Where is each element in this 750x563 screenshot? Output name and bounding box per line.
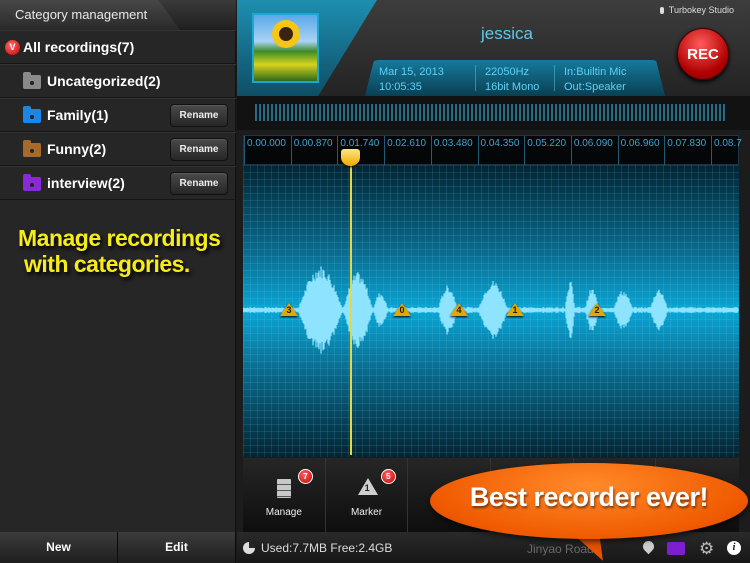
category-label: All recordings(7) [23, 39, 135, 55]
category-label: Family(1) [47, 107, 109, 123]
status-bar: Used:7.7MB Free:2.4GB Jinyao Road ⚙ i [237, 532, 750, 563]
bit-depth: 16bit Mono [485, 81, 540, 93]
timeline-tick: 0.08.7 [711, 136, 750, 166]
marker-label: Marker [350, 507, 383, 518]
folder-icon [23, 106, 41, 123]
microphone-icon [659, 7, 664, 14]
studio-label: Turbokey Studio [659, 5, 734, 15]
rename-button[interactable]: Rename [170, 138, 228, 161]
info-divider [475, 65, 476, 91]
category-actions: New Edit [0, 532, 236, 563]
timeline-tick: 0.06.090 [570, 136, 618, 166]
promo-caption: Manage recordings with categories. [18, 225, 221, 277]
rename-button[interactable]: Rename [170, 104, 228, 127]
gear-icon[interactable]: ⚙ [699, 539, 714, 559]
marker-flag[interactable]: 3 [280, 303, 298, 316]
audio-format: 22050Hz 16bit Mono [485, 65, 539, 95]
category-title: Category management [15, 7, 148, 22]
timeline-tick: 0.02.610 [384, 136, 431, 166]
recording-date: Mar 15, 2013 [379, 66, 444, 78]
timeline-ruler[interactable]: 0.00.000 0.00.870 0.01.740 0.02.610 0.03.480… [243, 135, 742, 166]
sunflower-center [279, 27, 293, 41]
marker-number: 1 [512, 305, 518, 315]
folder-icon [23, 140, 41, 157]
level-meter [237, 96, 750, 130]
timeline-tick: 0.00.000 [244, 136, 291, 166]
timeline-tick: 0.03.480 [430, 136, 478, 166]
marker-flag[interactable]: 4 [450, 303, 468, 316]
category-interview[interactable]: interview(2) Rename [0, 166, 236, 200]
marker-number: 4 [456, 305, 462, 315]
manage-label: Manage [265, 507, 302, 518]
marker-number: 0 [399, 305, 405, 315]
playhead-line[interactable] [350, 152, 352, 455]
audio-routing: In:Builtin Mic Out:Speaker [564, 65, 626, 95]
promo-bubble-text: Best recorder ever! [469, 482, 709, 512]
audio-output: Out:Speaker [564, 81, 626, 93]
timeline-tick: 0.04.350 [477, 136, 525, 166]
level-meter-bars [255, 104, 725, 121]
folder-icon[interactable] [667, 542, 685, 555]
category-panel: Category management V All recordings(7) … [0, 0, 236, 563]
marker-icon: 1 [357, 478, 378, 495]
category-label: Funny(2) [47, 141, 107, 157]
category-all-recordings[interactable]: V All recordings(7) [0, 30, 236, 64]
studio-name: Turbokey Studio [668, 5, 734, 15]
category-family[interactable]: Family(1) Rename [0, 98, 236, 132]
recording-datetime: Mar 15, 2013 10:05:35 [379, 65, 444, 95]
marker-flag[interactable]: 0 [393, 303, 411, 316]
promo-line-1: Manage recordings [18, 225, 221, 251]
playhead-handle[interactable] [341, 149, 360, 166]
marker-count-badge: 5 [380, 469, 396, 484]
edit-categories-button[interactable]: Edit [118, 532, 236, 563]
timeline-tick: 0.07.830 [664, 136, 711, 166]
category-label: Uncategorized(2) [47, 73, 161, 89]
promo-line-2: with categories. [24, 251, 190, 277]
sample-rate: 22050Hz [485, 66, 530, 78]
location-pin-icon[interactable] [640, 538, 657, 555]
recording-info: Mar 15, 2013 10:05:35 22050Hz 16bit Mono… [365, 60, 665, 96]
timeline-tick: 0.05.220 [524, 136, 571, 166]
drawer-icon [277, 479, 291, 498]
category-header: Category management [0, 0, 236, 30]
info-divider [554, 65, 555, 91]
waveform-graph [243, 266, 739, 354]
record-button[interactable]: REC [677, 28, 729, 80]
timeline-tick: 0.00.870 [290, 136, 338, 166]
checkmark-icon: V [5, 40, 20, 55]
storage-status: Used:7.7MB Free:2.4GB [261, 541, 393, 555]
info-icon[interactable]: i [727, 541, 741, 555]
marker-flag[interactable]: 1 [506, 303, 524, 316]
recording-time: 10:05:35 [379, 81, 422, 93]
folder-icon [23, 174, 41, 191]
new-category-button[interactable]: New [0, 532, 118, 563]
waveform-path [243, 266, 739, 354]
category-funny[interactable]: Funny(2) Rename [0, 132, 236, 166]
folder-icon [23, 72, 41, 89]
marker-button[interactable]: 1 5 Marker [326, 458, 409, 532]
marker-number: 2 [594, 305, 600, 315]
recording-thumbnail[interactable] [252, 13, 319, 83]
category-label: interview(2) [47, 175, 125, 191]
recording-header: Turbokey Studio jessica Mar 15, 2013 10:… [237, 0, 750, 96]
marker-flag[interactable]: 2 [588, 303, 606, 316]
manage-button[interactable]: 7 Manage [243, 458, 326, 532]
category-uncategorized[interactable]: Uncategorized(2) [0, 64, 236, 98]
manage-count-badge: 7 [298, 469, 313, 484]
app-screen: Category management V All recordings(7) … [0, 0, 750, 563]
recording-title[interactable]: jessica [437, 24, 577, 44]
marker-number: 3 [286, 305, 292, 315]
rename-button[interactable]: Rename [170, 172, 228, 195]
storage-pie-icon [243, 542, 255, 554]
timeline-tick: 0.06.960 [617, 136, 665, 166]
audio-input: In:Builtin Mic [564, 66, 627, 78]
waveform-view[interactable] [243, 165, 739, 457]
